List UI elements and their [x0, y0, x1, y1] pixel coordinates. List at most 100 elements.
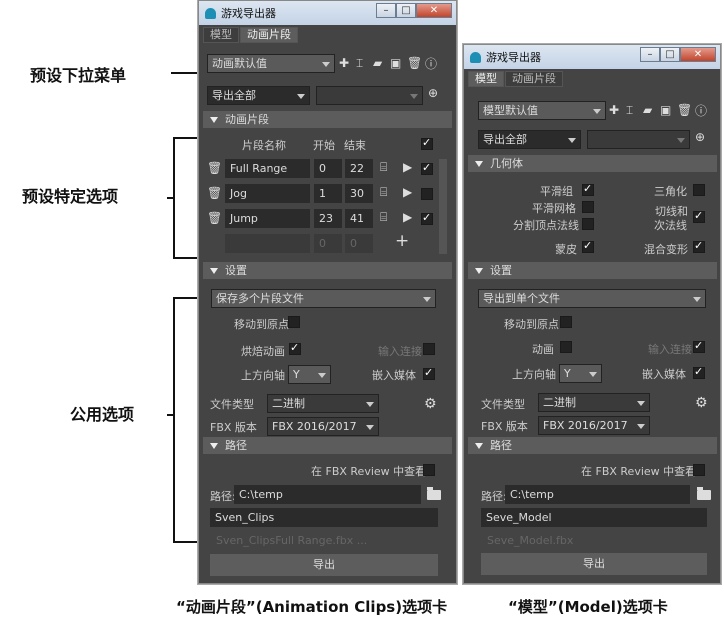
- save-preset-icon[interactable]: ▣: [660, 103, 671, 117]
- animation-checkbox[interactable]: [560, 341, 572, 353]
- maximize-button[interactable]: □: [660, 47, 680, 62]
- clip-start-field[interactable]: 23: [314, 209, 342, 228]
- section-animation-clips[interactable]: 动画片段: [203, 111, 452, 128]
- bracket-line: [173, 297, 201, 299]
- export-button[interactable]: 导出: [481, 553, 707, 575]
- tab-model[interactable]: 模型: [203, 27, 239, 43]
- new-clip-start-field[interactable]: 0: [314, 234, 342, 253]
- bake-animation-checkbox[interactable]: [289, 341, 301, 355]
- section-geometry[interactable]: 几何体: [468, 155, 717, 172]
- smooth-mesh-checkbox[interactable]: [582, 201, 594, 213]
- browse-folder-icon[interactable]: [427, 487, 441, 500]
- clip-name-field[interactable]: Jog: [225, 184, 310, 203]
- clip-start-field[interactable]: 0: [314, 159, 342, 178]
- minimize-button[interactable]: –: [640, 47, 660, 62]
- browse-folder-icon[interactable]: [697, 487, 711, 500]
- gear-icon[interactable]: ⚙: [695, 395, 708, 411]
- save-mode-dropdown[interactable]: 保存多个片段文件: [211, 289, 436, 308]
- add-preset-icon[interactable]: ✚: [339, 56, 349, 70]
- new-clip-name-field[interactable]: [225, 234, 310, 253]
- embed-media-checkbox[interactable]: [423, 366, 435, 380]
- selection-set-dropdown[interactable]: [587, 130, 690, 149]
- selection-set-dropdown[interactable]: [316, 86, 423, 105]
- export-mode-dropdown[interactable]: 导出全部: [207, 86, 310, 105]
- path-field[interactable]: C:\temp: [234, 485, 421, 504]
- edit-preset-icon[interactable]: ⌶: [626, 103, 633, 118]
- play-icon[interactable]: ▶: [403, 185, 412, 199]
- delete-preset-icon[interactable]: 🗑: [407, 56, 422, 70]
- preset-dropdown[interactable]: 模型默认值: [478, 101, 606, 120]
- gear-icon[interactable]: ⚙: [424, 396, 437, 412]
- minimize-button[interactable]: –: [376, 3, 396, 18]
- export-mode-dropdown-2[interactable]: 导出到单个文件: [478, 289, 706, 308]
- timeline-icon[interactable]: ⌸: [380, 160, 387, 175]
- new-clip-end-field[interactable]: 0: [345, 234, 373, 253]
- tab-model[interactable]: 模型: [468, 71, 504, 87]
- load-preset-icon[interactable]: ▰: [373, 56, 382, 70]
- embed-media-checkbox[interactable]: [693, 365, 705, 379]
- help-icon[interactable]: ⓘ: [695, 102, 707, 119]
- delete-clip-icon[interactable]: 🗑: [207, 161, 222, 175]
- scrollbar[interactable]: [439, 159, 447, 254]
- input-connections-checkbox[interactable]: [693, 339, 705, 353]
- export-button[interactable]: 导出: [210, 554, 438, 576]
- file-type-dropdown[interactable]: 二进制: [538, 393, 650, 412]
- save-preset-icon[interactable]: ▣: [390, 56, 401, 70]
- triangulate-checkbox[interactable]: [693, 184, 705, 196]
- maximize-button[interactable]: □: [396, 3, 416, 18]
- path-field[interactable]: C:\temp: [505, 485, 690, 504]
- add-preset-icon[interactable]: ✚: [609, 103, 619, 117]
- tab-animation-clips[interactable]: 动画片段: [240, 27, 298, 43]
- delete-preset-icon[interactable]: 🗑: [677, 103, 692, 117]
- select-all-checkbox[interactable]: [421, 136, 433, 150]
- skin-checkbox[interactable]: [582, 239, 594, 253]
- add-selection-icon[interactable]: ⊕: [428, 86, 438, 100]
- clip-name-field[interactable]: Full Range: [225, 159, 310, 178]
- clip-name-field[interactable]: Jump: [225, 209, 310, 228]
- clip-end-field[interactable]: 30: [345, 184, 373, 203]
- clip-checkbox[interactable]: [421, 161, 433, 175]
- load-preset-icon[interactable]: ▰: [643, 103, 652, 117]
- section-settings[interactable]: 设置: [468, 262, 717, 279]
- section-path[interactable]: 路径: [468, 437, 717, 454]
- up-axis-dropdown[interactable]: Y: [559, 364, 602, 383]
- play-icon[interactable]: ▶: [403, 210, 412, 224]
- timeline-icon[interactable]: ⌸: [380, 185, 387, 200]
- filename-preview: Sven_ClipsFull Range.fbx ...: [216, 534, 368, 547]
- tangents-binormals-checkbox[interactable]: [693, 209, 705, 223]
- filename-field[interactable]: Sven_Clips: [210, 508, 438, 527]
- fbx-review-checkbox[interactable]: [423, 464, 435, 476]
- fbx-review-checkbox[interactable]: [693, 464, 705, 476]
- timeline-icon[interactable]: ⌸: [380, 210, 387, 225]
- help-icon[interactable]: ⓘ: [425, 55, 437, 72]
- delete-clip-icon[interactable]: 🗑: [207, 186, 222, 200]
- clip-end-field[interactable]: 22: [345, 159, 373, 178]
- fbx-version-dropdown[interactable]: FBX 2016/2017: [267, 417, 379, 436]
- delete-clip-icon[interactable]: 🗑: [207, 211, 222, 225]
- add-selection-icon[interactable]: ⊕: [695, 130, 705, 144]
- preset-dropdown[interactable]: 动画默认值: [207, 54, 335, 73]
- clip-checkbox[interactable]: [421, 211, 433, 225]
- close-button[interactable]: ✕: [680, 47, 716, 62]
- add-clip-icon[interactable]: +: [395, 231, 409, 251]
- clip-end-field[interactable]: 41: [345, 209, 373, 228]
- smooth-groups-checkbox[interactable]: [582, 182, 594, 196]
- clip-start-field[interactable]: 1: [314, 184, 342, 203]
- close-button[interactable]: ✕: [416, 3, 452, 18]
- tab-animation-clips[interactable]: 动画片段: [505, 71, 563, 87]
- filename-field[interactable]: Seve_Model: [481, 508, 707, 527]
- file-type-dropdown[interactable]: 二进制: [267, 394, 379, 413]
- move-to-origin-checkbox[interactable]: [560, 316, 572, 328]
- blendshapes-checkbox[interactable]: [693, 239, 705, 253]
- export-mode-dropdown[interactable]: 导出全部: [478, 130, 581, 149]
- clip-checkbox[interactable]: [421, 188, 433, 200]
- section-settings[interactable]: 设置: [203, 262, 452, 279]
- section-path[interactable]: 路径: [203, 437, 452, 454]
- up-axis-dropdown[interactable]: Y: [288, 365, 331, 384]
- move-to-origin-checkbox[interactable]: [288, 316, 300, 328]
- edit-preset-icon[interactable]: ⌶: [356, 56, 363, 71]
- input-connections-checkbox[interactable]: [423, 343, 435, 355]
- fbx-version-dropdown[interactable]: FBX 2016/2017: [538, 416, 650, 435]
- play-icon[interactable]: ▶: [403, 160, 412, 174]
- split-normals-checkbox[interactable]: [582, 218, 594, 230]
